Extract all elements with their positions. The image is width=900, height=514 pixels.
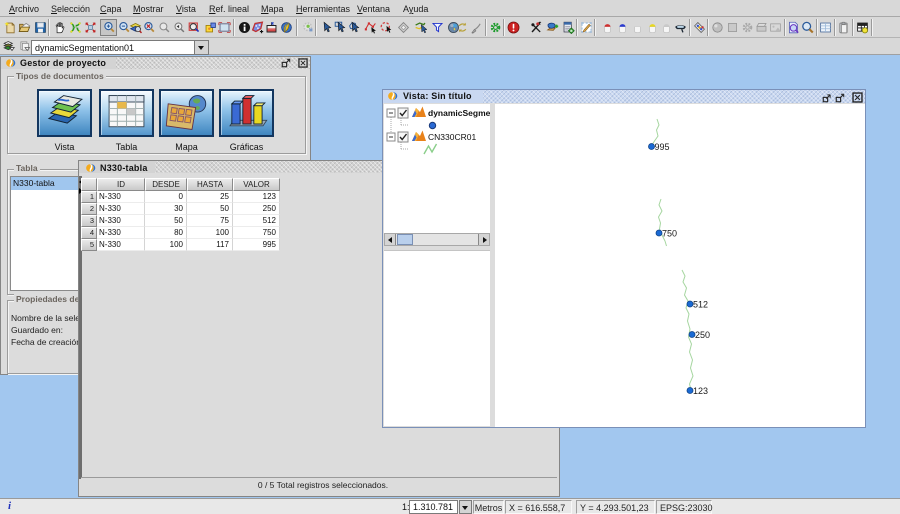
- svg-text:250: 250: [695, 330, 710, 340]
- svg-text:512: 512: [693, 300, 708, 310]
- svg-text:995: 995: [655, 142, 670, 152]
- svg-text:123: 123: [693, 386, 708, 396]
- svg-text:750: 750: [662, 229, 677, 239]
